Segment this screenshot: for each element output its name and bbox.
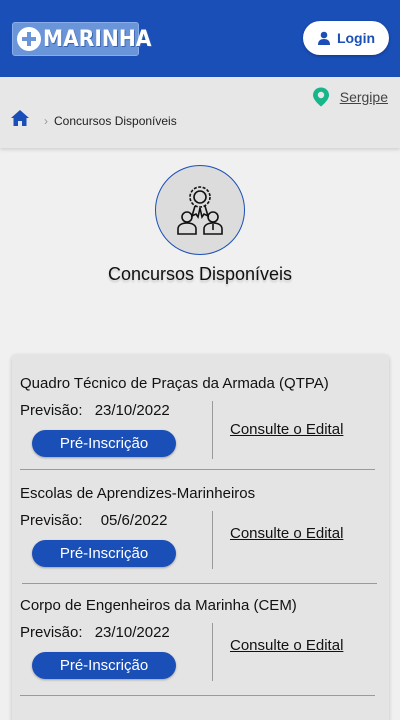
breadcrumb-current: Concursos Disponíveis [54,113,177,128]
logo-text: MARINHA [43,26,152,52]
concurso-title: Escolas de Aprendizes-Marinheiros [20,485,256,502]
item-divider [22,583,377,584]
previsao-date: 23/10/2022 [94,402,170,419]
previsao-label: Previsão: [20,402,83,419]
consulte-edital-link[interactable]: Consulte o Edital [230,637,343,654]
top-app-bar: MARINHA Login [0,0,400,77]
previsao-row: Previsão: 05/6/2022 [20,512,167,529]
location-pin-icon [312,87,329,107]
previsao-row: Previsão: 23/10/2022 [20,402,170,419]
consulte-edital-link[interactable]: Consulte o Edital [230,421,343,438]
previsao-date: 05/6/2022 [100,512,168,529]
pre-inscricao-button[interactable]: Pré-Inscrição [32,430,176,457]
breadcrumb-bar: Sergipe › Concursos Disponíveis [0,77,400,148]
item-divider [20,695,375,696]
location-label: Sergipe [339,89,388,105]
vertical-divider [212,511,213,569]
candidates-award-icon [155,165,245,255]
previsao-label: Previsão: [20,512,83,529]
chevron-right-icon: › [44,113,48,128]
pre-inscricao-button[interactable]: Pré-Inscrição [32,540,176,567]
user-icon [317,31,330,45]
breadcrumb: › Concursos Disponíveis [10,109,177,132]
previsao-row: Previsão: 23/10/2022 [20,624,170,641]
previsao-date: 23/10/2022 [94,624,170,641]
previsao-label: Previsão: [20,624,83,641]
page-title: Concursos Disponíveis [107,264,293,284]
login-button[interactable]: Login [303,21,389,55]
concursos-card: Quadro Técnico de Praças da Armada (QTPA… [12,355,389,720]
login-label: Login [336,30,376,46]
concurso-title: Corpo de Engenheiros da Marinha (CEM) [20,597,297,614]
location-selector[interactable]: Sergipe [312,87,388,107]
consulte-edital-link[interactable]: Consulte o Edital [230,525,343,542]
item-divider [20,469,375,470]
vertical-divider [212,401,213,459]
marinha-logo[interactable]: MARINHA [12,22,151,56]
home-icon[interactable] [10,109,30,132]
concurso-title: Quadro Técnico de Praças da Armada (QTPA… [20,375,329,392]
vertical-divider [212,623,213,681]
plus-icon [17,27,41,51]
pre-inscricao-button[interactable]: Pré-Inscrição [32,652,176,679]
